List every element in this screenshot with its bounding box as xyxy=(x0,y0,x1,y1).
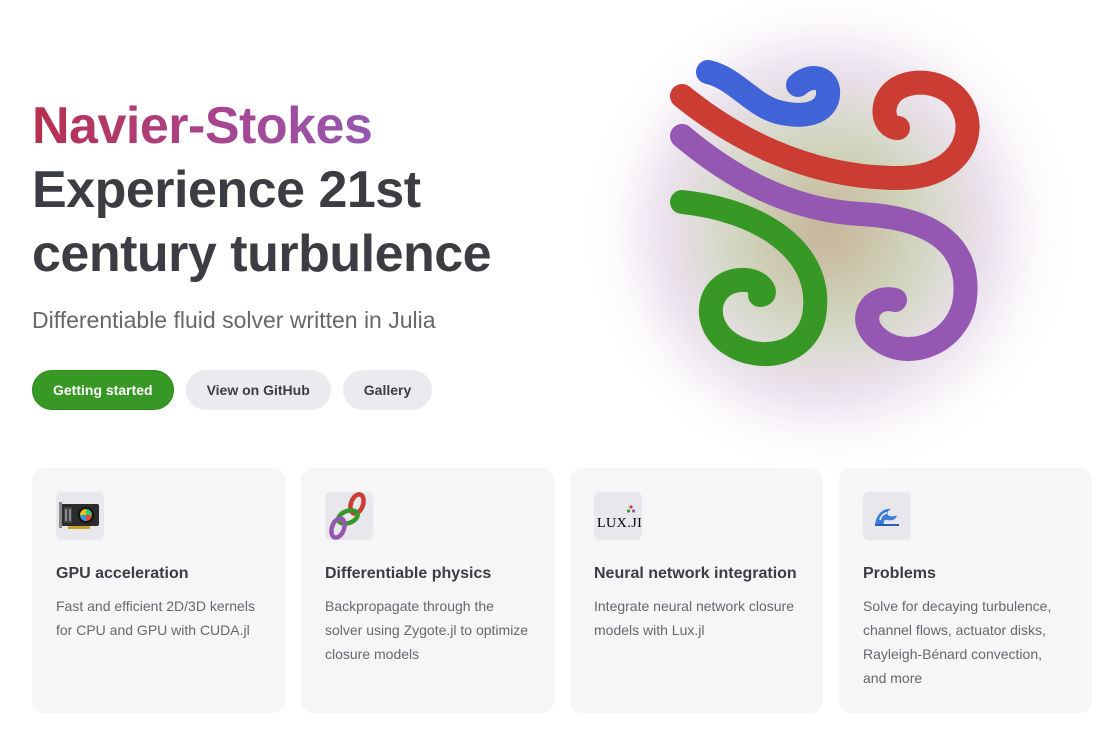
feature-details: Integrate neural network closure models … xyxy=(594,598,794,638)
julia-swirl-logo-icon xyxy=(670,60,980,367)
chain-links-icon xyxy=(325,492,373,540)
feature-title: Problems xyxy=(863,565,936,582)
lux-logo-icon: LUX.JL xyxy=(594,492,642,540)
view-on-github-button[interactable]: View on GitHub xyxy=(185,370,331,410)
getting-started-button[interactable]: Getting started xyxy=(32,370,174,410)
feature-details: Backpropagate through the solver using Z… xyxy=(325,598,529,662)
feature-details: Solve for decaying turbulence, channel f… xyxy=(863,598,1052,686)
wave-icon xyxy=(863,492,911,540)
gpu-card-icon xyxy=(56,492,104,540)
hero-tagline: Differentiable fluid solver written in J… xyxy=(32,307,436,333)
hero-title: Experience 21st century turbulence xyxy=(32,158,592,286)
features-grid: GPU acceleration Fast and efficient 2D/3… xyxy=(32,468,1092,713)
feature-card-neural-network: LUX.JL Neural network integration Integr… xyxy=(570,468,823,713)
feature-title: GPU acceleration xyxy=(56,565,189,582)
feature-card-gpu: GPU acceleration Fast and efficient 2D/3… xyxy=(32,468,285,713)
hero-actions: Getting started View on GitHub Gallery xyxy=(32,370,592,410)
feature-details: Fast and efficient 2D/3D kernels for CPU… xyxy=(56,598,255,638)
feature-card-differentiable: Differentiable physics Backpropagate thr… xyxy=(301,468,554,713)
lux-logo-text: LUX.JL xyxy=(597,516,641,531)
hero-title-line-1: Experience 21st xyxy=(32,161,421,219)
gallery-button[interactable]: Gallery xyxy=(342,370,433,410)
logo-green-swirl xyxy=(670,190,828,367)
hero-section: Navier-Stokes Experience 21st century tu… xyxy=(32,96,592,410)
hero-title-line-2: century turbulence xyxy=(32,225,492,283)
hero-image xyxy=(560,0,1112,450)
feature-card-problems: Problems Solve for decaying turbulence, … xyxy=(839,468,1092,713)
hero-name: Navier-Stokes xyxy=(32,97,373,155)
feature-title: Differentiable physics xyxy=(325,565,492,582)
logo-blue-swirl xyxy=(696,60,841,127)
feature-title: Neural network integration xyxy=(594,565,797,582)
